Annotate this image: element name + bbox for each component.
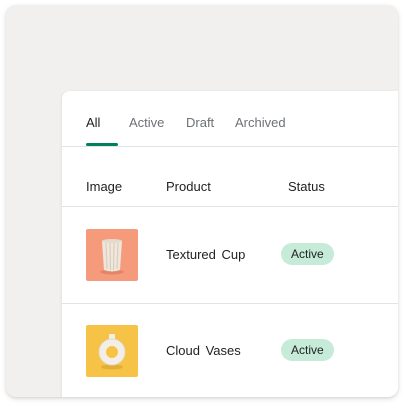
product-name[interactable]: Textured Cup bbox=[166, 247, 245, 262]
products-card: All Active Draft Archived Image Product … bbox=[62, 91, 398, 397]
tab-active[interactable]: Active bbox=[129, 115, 164, 130]
table-row[interactable]: Cloud Vases Active bbox=[62, 303, 398, 397]
table-row[interactable]: Textured Cup Active bbox=[62, 207, 398, 304]
tab-bar: All Active Draft Archived bbox=[62, 91, 398, 147]
status-badge: Active bbox=[281, 339, 334, 361]
column-header-product[interactable]: Product bbox=[166, 179, 211, 194]
table-header: Image Product Status bbox=[62, 147, 398, 207]
column-header-image: Image bbox=[86, 179, 123, 194]
cloud-vase-icon bbox=[98, 334, 126, 370]
column-header-status[interactable]: Status bbox=[288, 179, 325, 194]
product-name[interactable]: Cloud Vases bbox=[166, 343, 241, 358]
tab-archived[interactable]: Archived bbox=[235, 115, 286, 130]
product-thumbnail[interactable] bbox=[86, 229, 138, 281]
selected-tab-indicator bbox=[86, 143, 118, 146]
status-badge: Active bbox=[281, 243, 334, 265]
product-thumbnail[interactable] bbox=[86, 325, 138, 377]
tab-draft[interactable]: Draft bbox=[186, 115, 214, 130]
tab-all[interactable]: All bbox=[86, 115, 100, 130]
app-frame: All Active Draft Archived Image Product … bbox=[6, 5, 398, 397]
textured-cup-icon bbox=[100, 239, 124, 275]
